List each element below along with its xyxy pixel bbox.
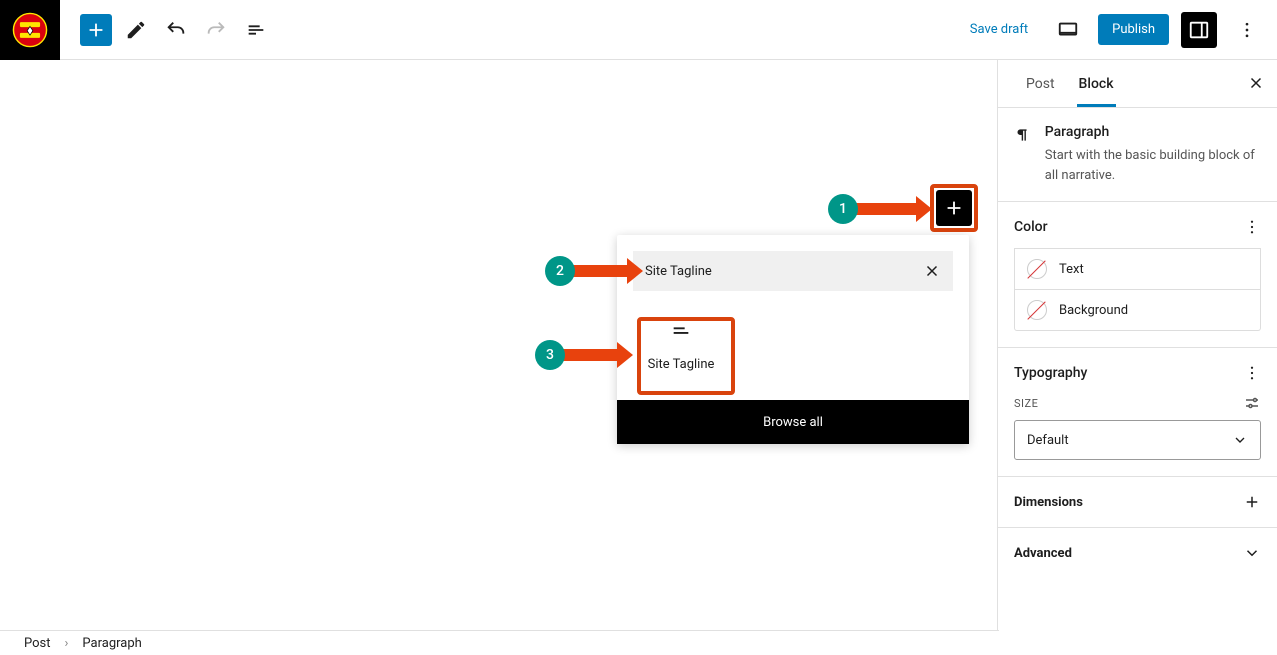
site-tagline-icon [670, 321, 692, 343]
typography-panel: Typography SIZE Default [998, 348, 1277, 477]
site-logo-button[interactable] [0, 0, 60, 60]
close-sidebar-button[interactable] [1247, 74, 1265, 96]
typography-heading: Typography [1014, 365, 1087, 381]
annotation-bubble: 1 [828, 194, 858, 224]
annotation-bubble: 2 [545, 256, 575, 286]
breadcrumb-separator-icon: › [65, 636, 69, 651]
redo-button[interactable] [200, 14, 232, 46]
undo-icon [165, 19, 187, 41]
list-view-icon [245, 19, 267, 41]
chevron-down-icon [1232, 432, 1248, 448]
block-title: Paragraph [1045, 124, 1261, 140]
breadcrumb-paragraph[interactable]: Paragraph [82, 636, 141, 651]
tab-post[interactable]: Post [1014, 62, 1067, 106]
color-text-label: Text [1059, 262, 1084, 277]
save-draft-button[interactable]: Save draft [960, 16, 1038, 43]
block-inserter-popover: Site Tagline Site Tagline Browse all [617, 235, 969, 444]
block-search-value: Site Tagline [645, 264, 712, 279]
color-heading: Color [1014, 219, 1048, 235]
annotation-arrow-icon [573, 265, 629, 277]
more-vertical-icon [1237, 20, 1257, 40]
add-block-button[interactable] [936, 190, 972, 226]
size-label: SIZE [1014, 397, 1038, 410]
block-search-input[interactable]: Site Tagline [633, 251, 953, 291]
more-vertical-icon[interactable] [1243, 364, 1261, 382]
settings-panel-toggle[interactable] [1181, 12, 1217, 48]
site-crest-icon [12, 12, 48, 48]
annotation-2: 2 [545, 256, 629, 286]
annotation-arrow-icon [563, 349, 619, 361]
annotation-bubble: 3 [535, 340, 565, 370]
close-icon[interactable] [923, 262, 941, 280]
publish-button[interactable]: Publish [1098, 14, 1169, 45]
font-size-select[interactable]: Default [1014, 420, 1261, 460]
settings-sidebar: Post Block Paragraph Start with the basi… [997, 60, 1277, 630]
toolbar-right-group: Save draft Publish [960, 12, 1265, 48]
undo-button[interactable] [160, 14, 192, 46]
breadcrumb-post[interactable]: Post [24, 636, 51, 651]
color-panel: Color Text Background [998, 202, 1277, 348]
color-swatch-empty-icon [1027, 300, 1047, 320]
sidebar-tabs: Post Block [998, 60, 1277, 108]
editor-canvas[interactable]: Site Tagline Site Tagline Browse all 1 2… [0, 60, 997, 630]
plus-icon [943, 197, 965, 219]
block-description-panel: Paragraph Start with the basic building … [998, 108, 1277, 202]
tools-toggle[interactable] [120, 14, 152, 46]
dimensions-heading: Dimensions [1014, 495, 1083, 510]
color-swatch-empty-icon [1027, 259, 1047, 279]
redo-icon [205, 19, 227, 41]
paragraph-icon [1014, 124, 1031, 146]
options-menu-button[interactable] [1229, 12, 1265, 48]
more-vertical-icon[interactable] [1243, 218, 1261, 236]
toolbar-left-group [0, 0, 272, 59]
sliders-icon[interactable] [1243, 394, 1261, 412]
plus-icon [1243, 493, 1261, 511]
preview-button[interactable] [1050, 12, 1086, 48]
font-size-value: Default [1027, 433, 1069, 448]
annotation-1: 1 [828, 194, 918, 224]
annotation-3: 3 [535, 340, 619, 370]
block-description: Start with the basic building block of a… [1045, 146, 1261, 185]
annotation-arrow-icon [856, 203, 918, 215]
background-color-button[interactable]: Background [1014, 290, 1261, 331]
editor-main: Site Tagline Site Tagline Browse all 1 2… [0, 60, 1277, 630]
plus-icon [85, 19, 107, 41]
color-background-label: Background [1059, 303, 1128, 318]
tab-block[interactable]: Block [1067, 62, 1126, 106]
text-color-button[interactable]: Text [1014, 248, 1261, 290]
dimensions-panel-toggle[interactable]: Dimensions [998, 477, 1277, 528]
advanced-heading: Advanced [1014, 546, 1072, 561]
pencil-icon [125, 19, 147, 41]
close-icon [1247, 74, 1265, 92]
document-overview-button[interactable] [240, 14, 272, 46]
browse-all-button[interactable]: Browse all [617, 400, 969, 444]
block-result-label: Site Tagline [648, 357, 715, 372]
advanced-panel-toggle[interactable]: Advanced [998, 528, 1277, 578]
desktop-icon [1057, 19, 1079, 41]
sidebar-icon [1188, 19, 1210, 41]
editor-top-toolbar: Save draft Publish [0, 0, 1277, 60]
block-result-site-tagline[interactable]: Site Tagline [633, 307, 729, 386]
block-inserter-toggle[interactable] [80, 14, 112, 46]
chevron-down-icon [1243, 544, 1261, 562]
block-breadcrumb: Post › Paragraph [0, 630, 999, 655]
